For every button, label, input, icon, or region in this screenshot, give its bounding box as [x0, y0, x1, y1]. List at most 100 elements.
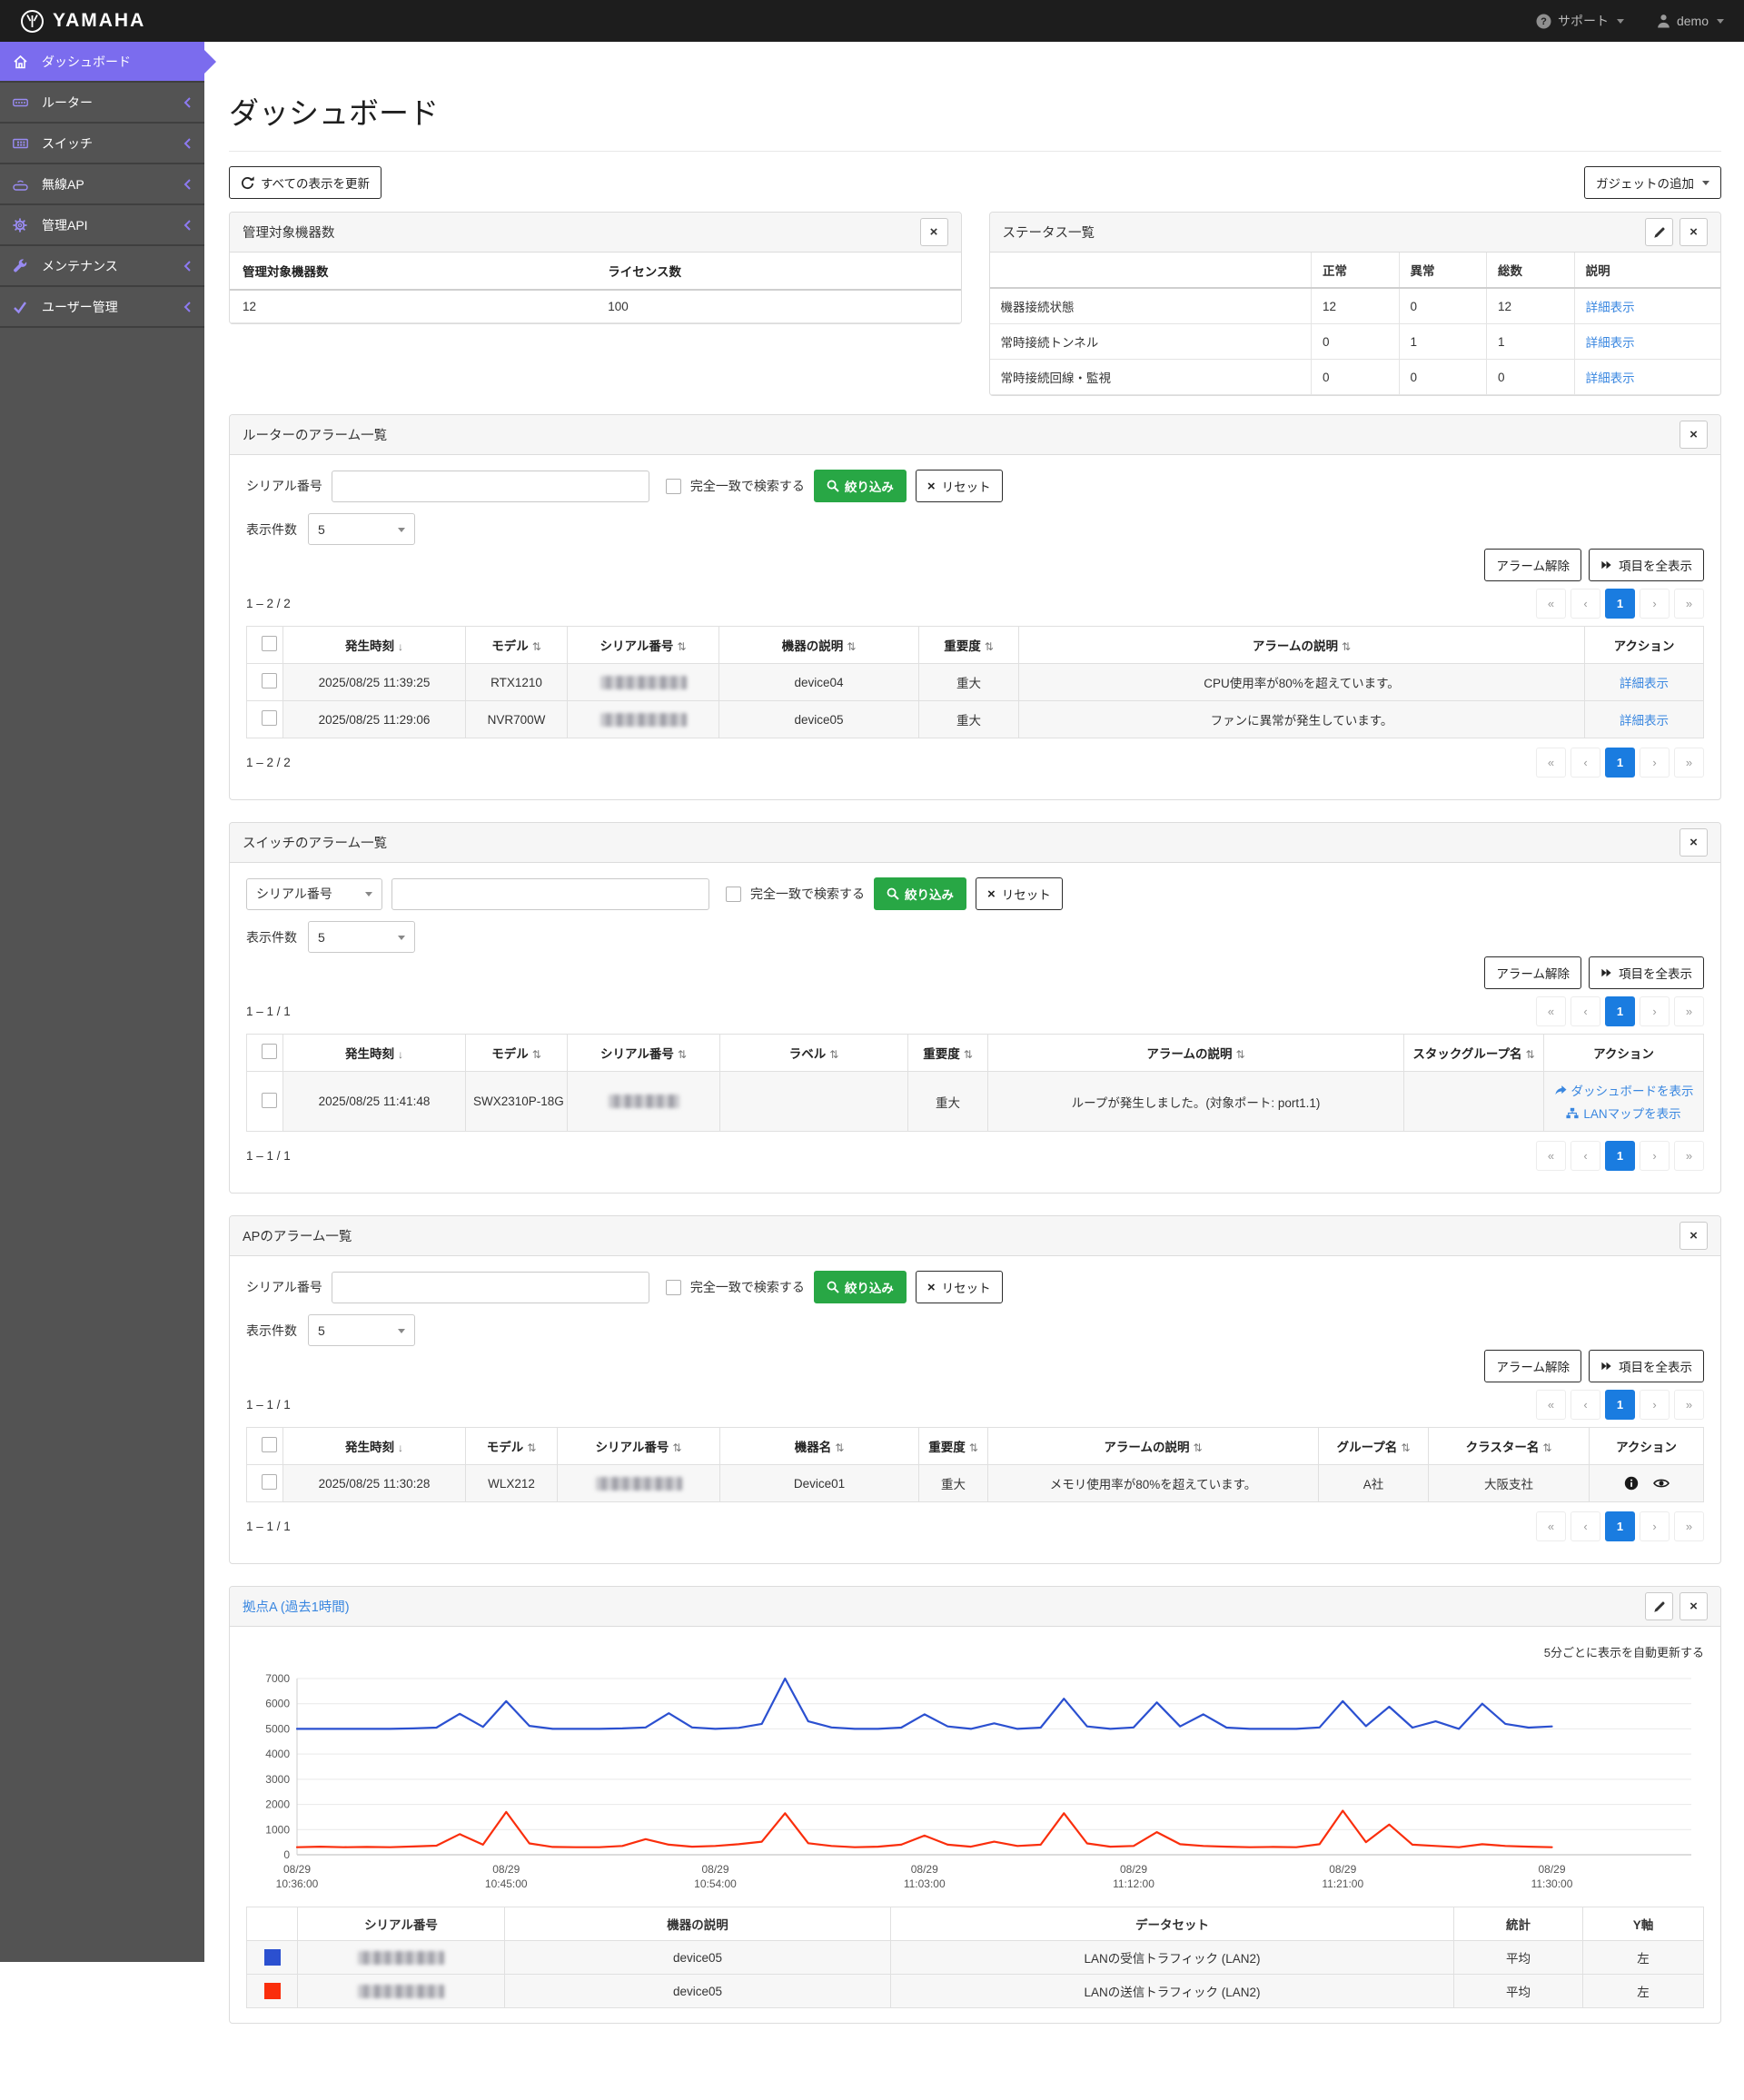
col-header-description[interactable]: 機器の説明 ⇅	[718, 626, 919, 664]
clear-alarm-button[interactable]: アラーム解除	[1484, 956, 1581, 989]
show-all-columns-button[interactable]: 項目を全表示	[1589, 1350, 1704, 1382]
page-last-button[interactable]: »	[1674, 1511, 1704, 1541]
page-size-select[interactable]: 5	[308, 921, 415, 953]
user-menu[interactable]: demo	[1657, 14, 1724, 28]
col-header-cluster[interactable]: クラスター名 ⇅	[1428, 1427, 1590, 1465]
eye-icon[interactable]	[1652, 1477, 1670, 1490]
col-header-alarm[interactable]: アラームの説明 ⇅	[1018, 626, 1585, 664]
page-prev-button[interactable]: ‹	[1571, 1511, 1600, 1541]
clear-alarm-button[interactable]: アラーム解除	[1484, 1350, 1581, 1382]
page-size-select[interactable]: 5	[308, 1314, 415, 1346]
col-header-time[interactable]: 発生時刻 ↓	[282, 626, 466, 664]
detail-link[interactable]: 詳細表示	[1586, 301, 1635, 314]
exact-match-checkbox[interactable]	[665, 1279, 681, 1295]
page-1-button[interactable]: 1	[1605, 1141, 1635, 1171]
page-next-button[interactable]: ›	[1640, 1511, 1670, 1541]
close-widget-button[interactable]: ×	[1680, 218, 1708, 246]
col-header-device-name[interactable]: 機器名 ⇅	[719, 1427, 919, 1465]
col-header-time[interactable]: 発生時刻 ↓	[282, 1034, 466, 1072]
page-first-button[interactable]: «	[1536, 1141, 1566, 1171]
close-widget-button[interactable]: ×	[919, 218, 948, 246]
detail-link[interactable]: 詳細表示	[1620, 714, 1669, 728]
filter-button[interactable]: 絞り込み	[813, 470, 907, 502]
col-header-severity[interactable]: 重要度 ⇅	[918, 1427, 988, 1465]
col-header-alarm[interactable]: アラームの説明 ⇅	[987, 1427, 1319, 1465]
add-gadget-button[interactable]: ガジェットの追加	[1584, 166, 1721, 199]
page-first-button[interactable]: «	[1536, 996, 1566, 1026]
clear-alarm-button[interactable]: アラーム解除	[1484, 549, 1581, 581]
refresh-all-button[interactable]: すべての表示を更新	[229, 166, 382, 199]
page-first-button[interactable]: «	[1536, 748, 1566, 778]
page-last-button[interactable]: »	[1674, 748, 1704, 778]
show-lan-map-link[interactable]: LANマップを表示	[1566, 1104, 1681, 1122]
sidebar-item-maintenance[interactable]: メンテナンス	[0, 246, 204, 287]
page-1-button[interactable]: 1	[1605, 589, 1635, 619]
row-checkbox[interactable]	[262, 1474, 277, 1490]
select-all-checkbox[interactable]	[262, 1044, 277, 1059]
page-next-button[interactable]: ›	[1640, 748, 1670, 778]
reset-button[interactable]: × リセット	[915, 1271, 1003, 1303]
page-first-button[interactable]: «	[1536, 1511, 1566, 1541]
edit-widget-button[interactable]	[1645, 218, 1673, 246]
sidebar-item-user-management[interactable]: ユーザー管理	[0, 287, 204, 328]
close-widget-button[interactable]: ×	[1680, 421, 1708, 449]
site-widget-title-link[interactable]: 拠点A (過去1時間)	[243, 1597, 350, 1616]
edit-widget-button[interactable]	[1645, 1592, 1673, 1620]
show-all-columns-button[interactable]: 項目を全表示	[1589, 549, 1704, 581]
page-1-button[interactable]: 1	[1605, 996, 1635, 1026]
page-size-select[interactable]: 5	[308, 513, 415, 545]
select-all-checkbox[interactable]	[262, 636, 277, 651]
select-all-checkbox[interactable]	[262, 1437, 277, 1452]
page-last-button[interactable]: »	[1674, 996, 1704, 1026]
row-checkbox[interactable]	[262, 1092, 277, 1108]
yamaha-logo[interactable]: YAMAHA	[20, 9, 145, 34]
col-header-label[interactable]: ラベル ⇅	[719, 1034, 908, 1072]
detail-link[interactable]: 詳細表示	[1586, 336, 1635, 350]
page-prev-button[interactable]: ‹	[1571, 589, 1600, 619]
filter-button[interactable]: 絞り込み	[813, 1271, 907, 1303]
col-header-serial[interactable]: シリアル番号 ⇅	[567, 626, 719, 664]
col-header-severity[interactable]: 重要度 ⇅	[918, 626, 1019, 664]
page-prev-button[interactable]: ‹	[1571, 748, 1600, 778]
page-last-button[interactable]: »	[1674, 1390, 1704, 1420]
close-widget-button[interactable]: ×	[1680, 1592, 1708, 1620]
info-icon[interactable]	[1624, 1476, 1639, 1491]
page-first-button[interactable]: «	[1536, 589, 1566, 619]
page-first-button[interactable]: «	[1536, 1390, 1566, 1420]
page-1-button[interactable]: 1	[1605, 1390, 1635, 1420]
show-all-columns-button[interactable]: 項目を全表示	[1589, 956, 1704, 989]
search-field-select[interactable]: シリアル番号	[246, 877, 382, 910]
page-last-button[interactable]: »	[1674, 589, 1704, 619]
page-1-button[interactable]: 1	[1605, 1511, 1635, 1541]
filter-button[interactable]: 絞り込み	[874, 877, 966, 910]
serial-search-input[interactable]	[391, 877, 709, 910]
col-header-model[interactable]: モデル ⇅	[465, 626, 568, 664]
page-prev-button[interactable]: ‹	[1571, 1141, 1600, 1171]
show-dashboard-link[interactable]: ダッシュボードを表示	[1554, 1081, 1694, 1099]
col-header-time[interactable]: 発生時刻 ↓	[282, 1427, 466, 1465]
page-next-button[interactable]: ›	[1640, 1141, 1670, 1171]
reset-button[interactable]: × リセット	[976, 877, 1063, 910]
sidebar-item-switch[interactable]: スイッチ	[0, 124, 204, 164]
page-1-button[interactable]: 1	[1605, 748, 1635, 778]
sidebar-item-router[interactable]: ルーター	[0, 83, 204, 124]
exact-match-checkbox[interactable]	[726, 886, 741, 902]
sidebar-item-wireless-ap[interactable]: 無線AP	[0, 164, 204, 205]
col-header-alarm[interactable]: アラームの説明 ⇅	[987, 1034, 1404, 1072]
col-header-serial[interactable]: シリアル番号 ⇅	[567, 1034, 720, 1072]
col-header-group[interactable]: グループ名 ⇅	[1318, 1427, 1429, 1465]
col-header-model[interactable]: モデル ⇅	[465, 1034, 568, 1072]
serial-search-input[interactable]	[331, 470, 649, 502]
row-checkbox[interactable]	[262, 710, 277, 726]
close-widget-button[interactable]: ×	[1680, 828, 1708, 857]
page-next-button[interactable]: ›	[1640, 589, 1670, 619]
col-header-severity[interactable]: 重要度 ⇅	[907, 1034, 988, 1072]
sidebar-item-management-api[interactable]: 管理API	[0, 205, 204, 246]
col-header-serial[interactable]: シリアル番号 ⇅	[557, 1427, 720, 1465]
detail-link[interactable]: 詳細表示	[1620, 677, 1669, 690]
row-checkbox[interactable]	[262, 673, 277, 688]
sidebar-item-dashboard[interactable]: ダッシュボード	[0, 42, 216, 83]
page-next-button[interactable]: ›	[1640, 1390, 1670, 1420]
page-last-button[interactable]: »	[1674, 1141, 1704, 1171]
close-widget-button[interactable]: ×	[1680, 1222, 1708, 1250]
